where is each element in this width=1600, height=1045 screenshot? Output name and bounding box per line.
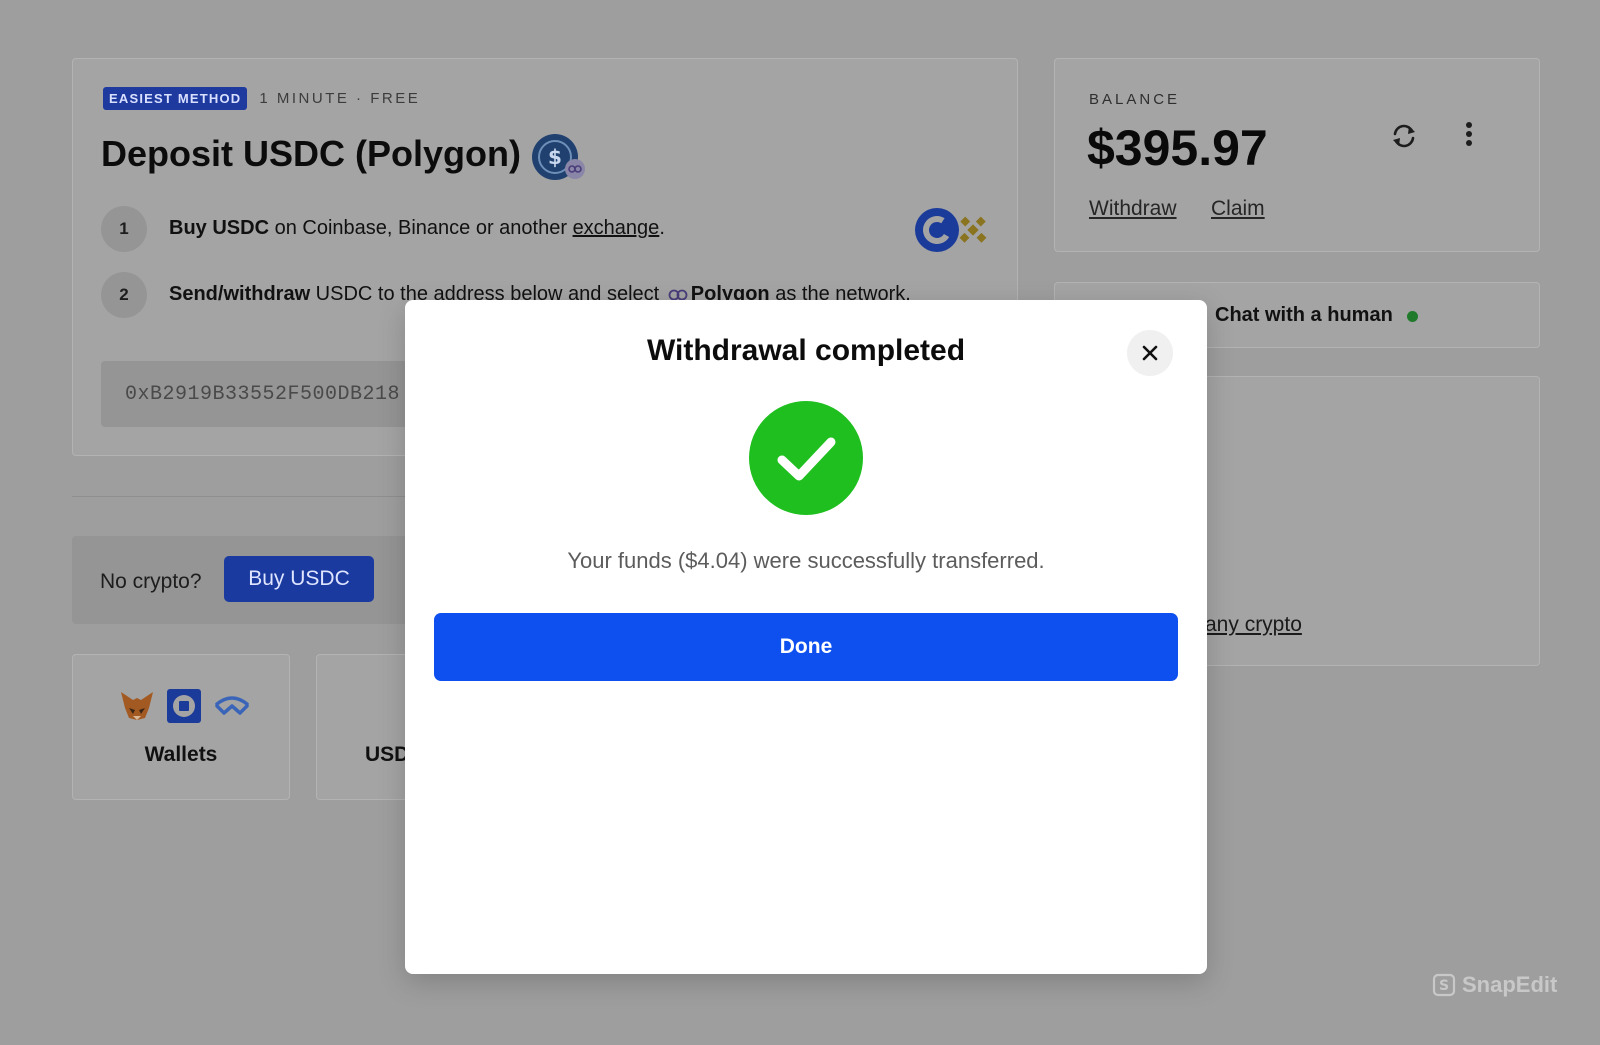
walletconnect-icon [215,696,249,715]
divider [72,496,432,497]
usdc-polygon-icon: $ [532,134,585,180]
success-message: Your funds ($4.04) were successfully tra… [567,548,1045,573]
snapedit-watermark: S SnapEdit [1432,972,1557,998]
balance-value: $395.97 [1087,120,1268,176]
balance-label: BALANCE [1089,91,1181,108]
done-button[interactable]: Done [434,613,1178,681]
withdrawal-modal: Withdrawal completed Your funds ($4.04) … [405,300,1207,974]
usdc-tile-label: USD [365,743,410,766]
step-number: 2 [101,272,147,318]
wallets-tile[interactable]: Wallets [72,654,290,800]
withdraw-link[interactable]: Withdraw [1089,197,1177,221]
method-meta: 1 MINUTE · FREE [259,90,421,107]
buy-usdc-button[interactable]: Buy USDC [224,556,374,602]
watermark-text: SnapEdit [1462,972,1558,997]
method-tag-row: EASIEST METHOD 1 MINUTE · FREE [103,87,420,110]
svg-text:S: S [1439,978,1449,994]
snapedit-logo-icon: S [1432,973,1456,997]
modal-title: Withdrawal completed [646,334,966,367]
coinbase-binance-icons [915,208,987,252]
step-number: 1 [101,206,147,252]
wallets-label: Wallets [144,743,218,766]
easiest-method-badge: EASIEST METHOD [103,87,248,110]
deposit-title: Deposit USDC (Polygon) [101,133,521,174]
online-status-dot [1407,311,1418,322]
metamask-fox-icon [121,692,153,720]
step-bold-text: Buy USDC [169,217,270,239]
step-buy-usdc: 1 Buy USDC on Coinbase, Binance or anoth… [101,206,665,252]
step-body-text: on Coinbase, Binance or another [269,217,573,239]
close-button[interactable] [1127,330,1173,376]
wallet-icons [119,689,251,723]
balance-card: BALANCE $395.97 Withdraw Claim [1054,58,1540,252]
claim-link[interactable]: Claim [1211,197,1265,221]
step-text: Buy USDC on Coinbase, Binance or another… [169,206,665,241]
step-end-text: . [659,217,665,239]
any-crypto-link[interactable]: any crypto [1205,613,1302,637]
exchange-link[interactable]: exchange [573,217,660,239]
close-icon [1142,345,1158,361]
refresh-icon[interactable] [1389,121,1419,151]
page-background: EASIEST METHOD 1 MINUTE · FREE Deposit U… [0,0,1600,1045]
more-options-icon[interactable] [1457,119,1481,149]
no-crypto-label: No crypto? [100,570,202,593]
coinbase-wallet-icon [167,689,201,723]
step-bold-text: Send/withdraw [169,283,311,305]
svg-text:$: $ [548,145,562,169]
check-circle-icon [749,401,863,515]
no-crypto-bar: No crypto? Buy USDC [72,536,412,624]
chat-with-human-label: Chat with a human [1215,304,1393,326]
